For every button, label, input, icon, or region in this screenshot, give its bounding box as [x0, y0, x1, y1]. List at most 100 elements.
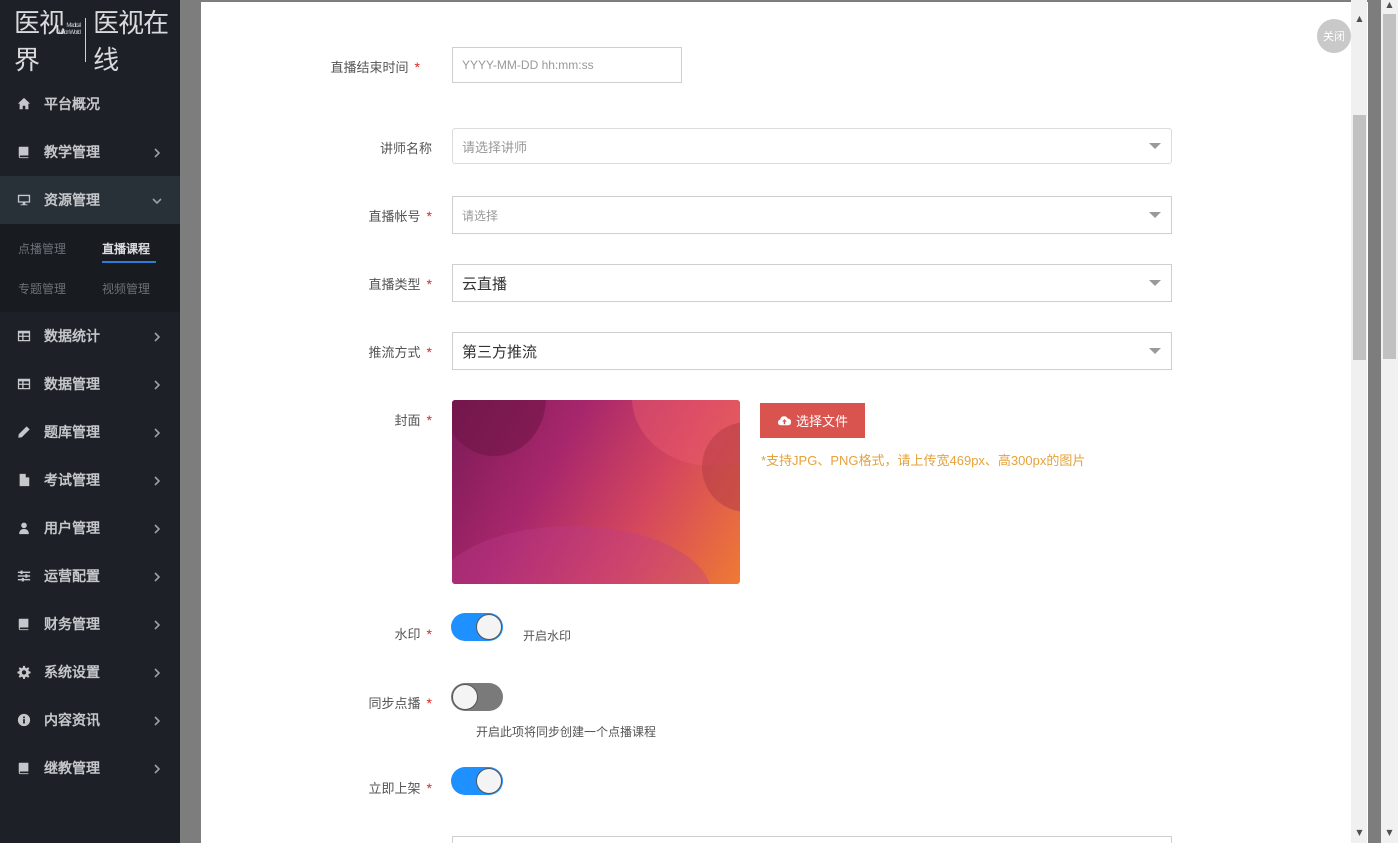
chevron-right-icon — [150, 521, 164, 535]
chevron-right-icon — [150, 665, 164, 679]
live-account-label: 直播帐号 * — [368, 208, 432, 224]
sidebar-item-data-management[interactable]: 数据管理 — [0, 360, 180, 408]
chevron-down-icon — [150, 193, 164, 207]
end-time-label: 直播结束时间 * — [330, 59, 420, 75]
chevron-right-icon — [150, 473, 164, 487]
sidebar-item-label: 内容资讯 — [44, 712, 100, 728]
watermark-caption: 开启水印 — [523, 629, 572, 643]
sidebar-item-resources[interactable]: 资源管理 — [0, 176, 180, 224]
sidebar-item-question-bank[interactable]: 题库管理 — [0, 408, 180, 456]
sidebar-item-label: 财务管理 — [44, 616, 100, 632]
sidebar-item-label: 数据统计 — [44, 328, 100, 344]
gear-icon — [16, 664, 32, 680]
lecturer-label: 讲师名称 — [379, 141, 432, 156]
page-scroll-up-arrow[interactable]: ▲ — [1383, 0, 1396, 14]
logo-text-right: 医视在线 — [93, 9, 169, 76]
sidebar-item-label: 教学管理 — [44, 144, 100, 160]
submenu-item-videos[interactable]: 视频管理 — [102, 280, 168, 297]
modal-scrollbar-thumb[interactable] — [1353, 115, 1366, 360]
push-method-label: 推流方式 * — [368, 344, 432, 360]
modal-scroll-up-arrow[interactable]: ▲ — [1353, 14, 1366, 28]
chevron-right-icon — [150, 329, 164, 343]
home-icon — [16, 96, 32, 112]
end-time-input[interactable]: YYYY-MM-DD hh:mm:ss — [452, 47, 682, 83]
chevron-right-icon — [150, 761, 164, 775]
chevron-right-icon — [150, 425, 164, 439]
required-mark: * — [426, 626, 432, 642]
page-scrollbar-thumb[interactable] — [1383, 14, 1396, 359]
sidebar-item-operations[interactable]: 运营配置 — [0, 552, 180, 600]
cover-image-preview — [452, 400, 740, 584]
sidebar-item-continuing-education[interactable]: 继教管理 — [0, 744, 180, 792]
book-icon — [16, 616, 32, 632]
watermark-label: 水印 * — [394, 626, 432, 642]
sidebar-item-settings[interactable]: 系统设置 — [0, 648, 180, 696]
required-mark: * — [426, 344, 432, 360]
sidebar-item-users[interactable]: 用户管理 — [0, 504, 180, 552]
choose-file-button[interactable]: 选择文件 — [760, 403, 865, 438]
dropdown-arrow-icon — [1149, 143, 1161, 149]
sidebar-item-teaching[interactable]: 教学管理 — [0, 128, 180, 176]
book-icon — [16, 144, 32, 160]
sidebar-item-platform-overview[interactable]: 平台概况 — [0, 80, 180, 128]
required-mark: * — [414, 59, 420, 75]
sidebar-item-label: 系统设置 — [44, 664, 100, 680]
live-type-label: 直播类型 * — [368, 276, 432, 292]
lecturer-select[interactable]: 请选择讲师 — [452, 128, 1172, 164]
modal-scroll-down-arrow[interactable]: ▼ — [1353, 828, 1366, 842]
dropdown-arrow-icon — [1149, 212, 1161, 218]
sidebar-item-label: 平台概况 — [44, 96, 100, 112]
required-mark: * — [426, 780, 432, 796]
table-icon — [16, 376, 32, 392]
sidebar-item-label: 资源管理 — [44, 192, 100, 208]
sidebar-item-label: 数据管理 — [44, 376, 100, 392]
sync-vod-toggle[interactable] — [451, 683, 503, 711]
next-field-input[interactable] — [452, 836, 1172, 843]
submenu-item-live-courses[interactable]: 直播课程 — [102, 240, 168, 263]
cover-label: 封面 * — [394, 412, 432, 428]
publish-now-toggle[interactable] — [451, 767, 503, 795]
sidebar-item-label: 运营配置 — [44, 568, 100, 584]
live-type-select[interactable]: 云直播 — [452, 264, 1172, 302]
table-icon — [16, 328, 32, 344]
pencil-icon — [16, 424, 32, 440]
monitor-icon — [16, 192, 32, 208]
submenu-item-vod[interactable]: 点播管理 — [18, 240, 84, 257]
close-button[interactable]: 关闭 — [1317, 19, 1351, 53]
sync-vod-caption: 开启此项将同步创建一个点播课程 — [476, 725, 657, 739]
submenu-item-topics[interactable]: 专题管理 — [18, 280, 84, 297]
sidebar-item-label: 题库管理 — [44, 424, 100, 440]
dropdown-arrow-icon — [1149, 280, 1161, 286]
file-icon — [16, 472, 32, 488]
required-mark: * — [426, 276, 432, 292]
sidebar-item-label: 用户管理 — [44, 520, 100, 536]
sidebar-item-content-news[interactable]: 内容资讯 — [0, 696, 180, 744]
sidebar-item-label: 考试管理 — [44, 472, 100, 488]
user-icon — [16, 520, 32, 536]
cover-format-hint: *支持JPG、PNG格式，请上传宽469px、高300px的图片 — [761, 453, 1086, 468]
required-mark: * — [426, 208, 432, 224]
sync-vod-label: 同步点播 * — [368, 695, 432, 711]
sidebar-item-finance[interactable]: 财务管理 — [0, 600, 180, 648]
logo[interactable]: 医视界 Medical Vision World 医视在线 — [0, 0, 180, 80]
chevron-right-icon — [150, 377, 164, 391]
sidebar-item-label: 继教管理 — [44, 760, 100, 776]
chevron-right-icon — [150, 569, 164, 583]
live-account-select[interactable]: 请选择 — [452, 196, 1172, 234]
page-scroll-down-arrow[interactable]: ▼ — [1383, 828, 1396, 842]
chevron-right-icon — [150, 145, 164, 159]
publish-now-label: 立即上架 * — [368, 780, 432, 796]
sidebar-item-exams[interactable]: 考试管理 — [0, 456, 180, 504]
chevron-right-icon — [150, 617, 164, 631]
push-method-select[interactable]: 第三方推流 — [452, 332, 1172, 370]
dropdown-arrow-icon — [1149, 348, 1161, 354]
required-mark: * — [426, 412, 432, 428]
sliders-icon — [16, 568, 32, 584]
logo-divider — [85, 18, 87, 62]
sidebar-item-data-stats[interactable]: 数据统计 — [0, 312, 180, 360]
chevron-right-icon — [150, 713, 164, 727]
watermark-toggle[interactable] — [451, 613, 503, 641]
required-mark: * — [426, 695, 432, 711]
sidebar: 医视界 Medical Vision World 医视在线 平台概况 教学管理 … — [0, 0, 180, 843]
resources-submenu: 点播管理 直播课程 专题管理 视频管理 — [0, 224, 180, 312]
